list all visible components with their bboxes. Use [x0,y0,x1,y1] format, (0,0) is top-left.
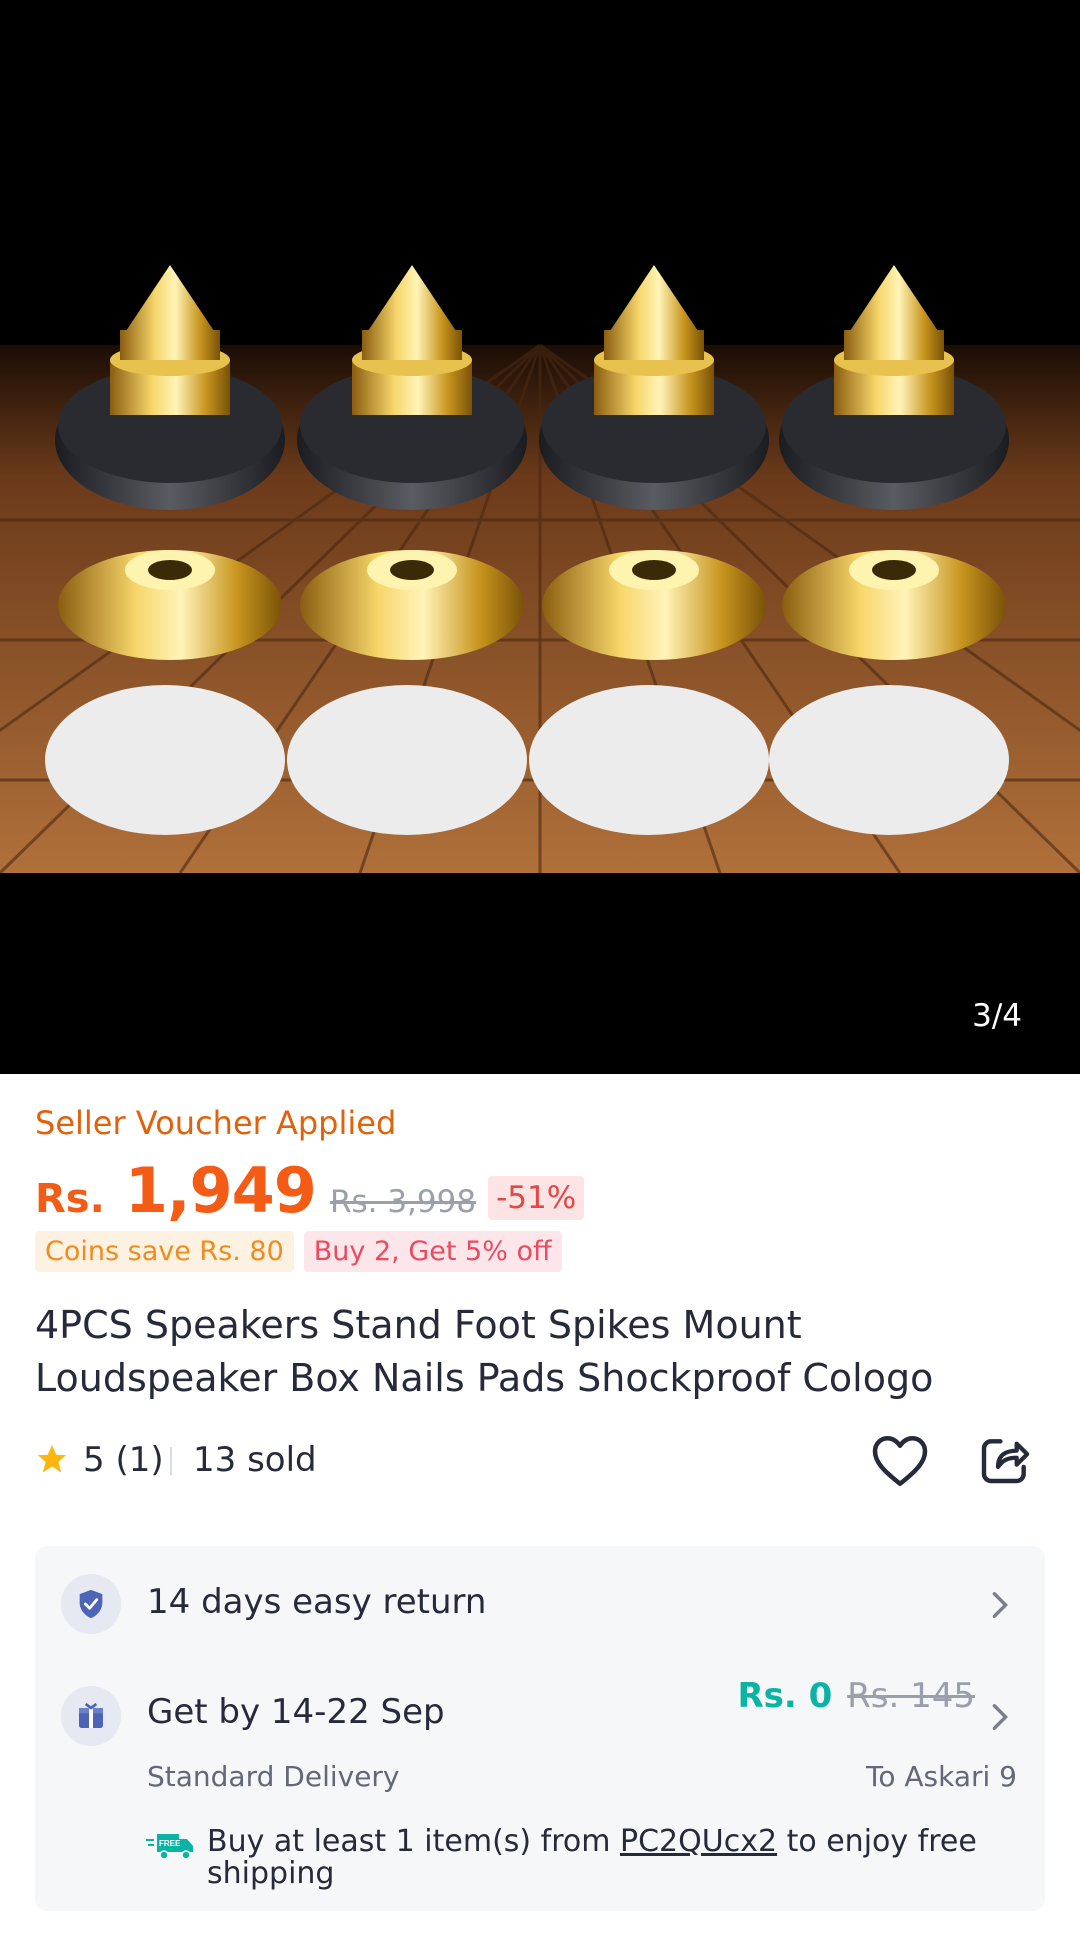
product-image [0,0,1080,1074]
sold-count: 13 sold [193,1440,317,1480]
promo-chips: Coins save Rs. 80 Buy 2, Get 5% off [35,1231,562,1272]
free-shipping-truck-icon: FREE [146,1834,193,1860]
delivery-fee: Rs. 0 Rs. 145 [738,1676,976,1716]
bundle-promo-chip[interactable]: Buy 2, Get 5% off [303,1231,562,1272]
current-price: 1,949 [124,1154,317,1227]
free-shipping-note: Buy at least 1 item(s) from PC2QUcx2 to … [207,1824,977,1891]
product-image-gallery[interactable]: 3/4 [0,0,1080,1074]
delivery-type: Standard Delivery [147,1760,400,1793]
return-shield-icon [61,1574,121,1634]
stats-divider [170,1447,172,1475]
price-row: Rs. 1,949 Rs. 3,998 -51% [35,1154,585,1234]
price-currency: Rs. [35,1176,105,1222]
product-stats: 5 (1) 13 sold [35,1432,1045,1486]
delivery-fee-current: Rs. 0 [737,1676,833,1716]
service-panel: 14 days easy return Get by 14-22 Sep Rs.… [35,1546,1045,1911]
store-link[interactable]: PC2QUcx2 [620,1824,777,1859]
chevron-right-icon[interactable] [990,1590,1010,1620]
chevron-right-icon[interactable] [990,1702,1010,1732]
discount-badge: -51% [488,1176,585,1220]
voucher-label: Seller Voucher Applied [35,1104,397,1142]
coins-chip[interactable]: Coins save Rs. 80 [35,1231,294,1272]
share-icon[interactable] [977,1432,1033,1488]
rating-value[interactable]: 5 (1) [83,1440,164,1480]
delivery-fee-original: Rs. 145 [847,1676,975,1716]
svg-text:FREE: FREE [159,1839,181,1848]
delivery-date-label[interactable]: Get by 14-22 Sep [147,1692,445,1732]
delivery-destination[interactable]: To Askari 9 [866,1760,1017,1793]
image-counter: 3/4 [972,998,1022,1034]
delivery-box-icon [61,1686,121,1746]
return-policy-label[interactable]: 14 days easy return [147,1582,487,1622]
original-price: Rs. 3,998 [329,1184,477,1220]
heart-icon[interactable] [870,1432,930,1488]
star-icon [37,1444,67,1473]
product-title: 4PCS Speakers Stand Foot Spikes Mount Lo… [35,1303,934,1400]
